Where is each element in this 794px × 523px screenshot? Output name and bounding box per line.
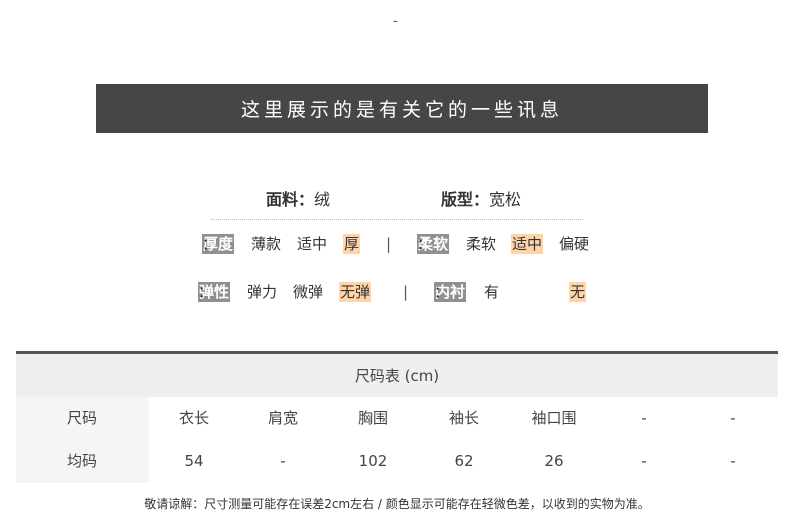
size-table-title: 尺码表 (cm) [16, 354, 778, 397]
table-cell: 62 [454, 452, 474, 470]
table-row: 均码 54 - 102 62 26 - - [16, 440, 778, 483]
thickness-option-thick: 厚 [343, 234, 361, 254]
table-header-cell: 尺码 [66, 409, 97, 427]
separator: | [403, 283, 409, 301]
basic-info-row: 面料：绒 版型：宽松 [0, 186, 794, 210]
table-cell: 102 [358, 452, 388, 470]
table-cell: - [730, 452, 736, 470]
elasticity-option-stretch: 弹力 [247, 283, 278, 301]
separator: | [386, 235, 392, 253]
info-divider [211, 219, 583, 220]
table-cell: 均码 [66, 452, 97, 470]
fit-info: 版型：宽松 [441, 186, 521, 210]
banner-title: 这里展示的是有关它的一些讯息 [240, 99, 563, 121]
fabric-value: 绒 [314, 190, 331, 209]
fit-colon: ： [473, 190, 490, 209]
table-header-cell: 胸围 [357, 409, 388, 427]
lining-option-yes: 有 [484, 283, 500, 301]
softness-option-soft: 柔软 [466, 235, 497, 253]
fit-label: 版型 [441, 190, 474, 209]
size-note: 敬请谅解：尺寸测量可能存在误差2cm左右 / 颜色显示可能存在轻微色差，以收到的… [144, 497, 650, 511]
attribute-row-1: 厚度： 薄款 适中 厚 | 柔软： 柔软 适中 偏硬 [0, 234, 794, 256]
table-header-cell: - [641, 409, 647, 427]
table-cell: 54 [184, 452, 204, 470]
thickness-colon: ： [202, 235, 218, 253]
table-header-cell: 肩宽 [267, 409, 298, 427]
table-cell: 26 [544, 452, 564, 470]
thickness-option-medium: 适中 [297, 235, 328, 253]
fabric-label: 面料 [266, 190, 299, 209]
table-header-cell: 衣长 [178, 409, 209, 427]
fabric-info: 面料：绒 [266, 186, 330, 210]
info-banner: 这里展示的是有关它的一些讯息 [96, 84, 708, 133]
table-cell: - [280, 452, 286, 470]
elasticity-colon: ： [198, 283, 214, 301]
fit-value: 宽松 [489, 190, 522, 209]
elasticity-option-slight: 微弹 [293, 283, 324, 301]
lining-colon: ： [434, 283, 450, 301]
table-header-cell: - [730, 409, 736, 427]
softness-colon: ： [417, 235, 433, 253]
attribute-row-2: 弹性： 弹力 微弹 无弹 | 内衬： 有 无 [0, 282, 794, 304]
softness-option-medium: 适中 [511, 234, 544, 254]
thickness-option-thin: 薄款 [251, 235, 282, 253]
table-header-cell: 袖长 [448, 409, 479, 427]
softness-option-hard: 偏硬 [559, 235, 590, 253]
top-dash: - [393, 14, 398, 29]
lining-option-no: 无 [569, 282, 587, 302]
table-header-cell: 袖口围 [531, 409, 577, 427]
table-cell: - [641, 452, 647, 470]
size-table-title-text: 尺码表 (cm) [354, 367, 440, 385]
fabric-colon: ： [298, 190, 315, 209]
elasticity-option-none: 无弹 [339, 282, 372, 302]
table-header-row: 尺码 衣长 肩宽 胸围 袖长 袖口围 - - [16, 397, 778, 440]
